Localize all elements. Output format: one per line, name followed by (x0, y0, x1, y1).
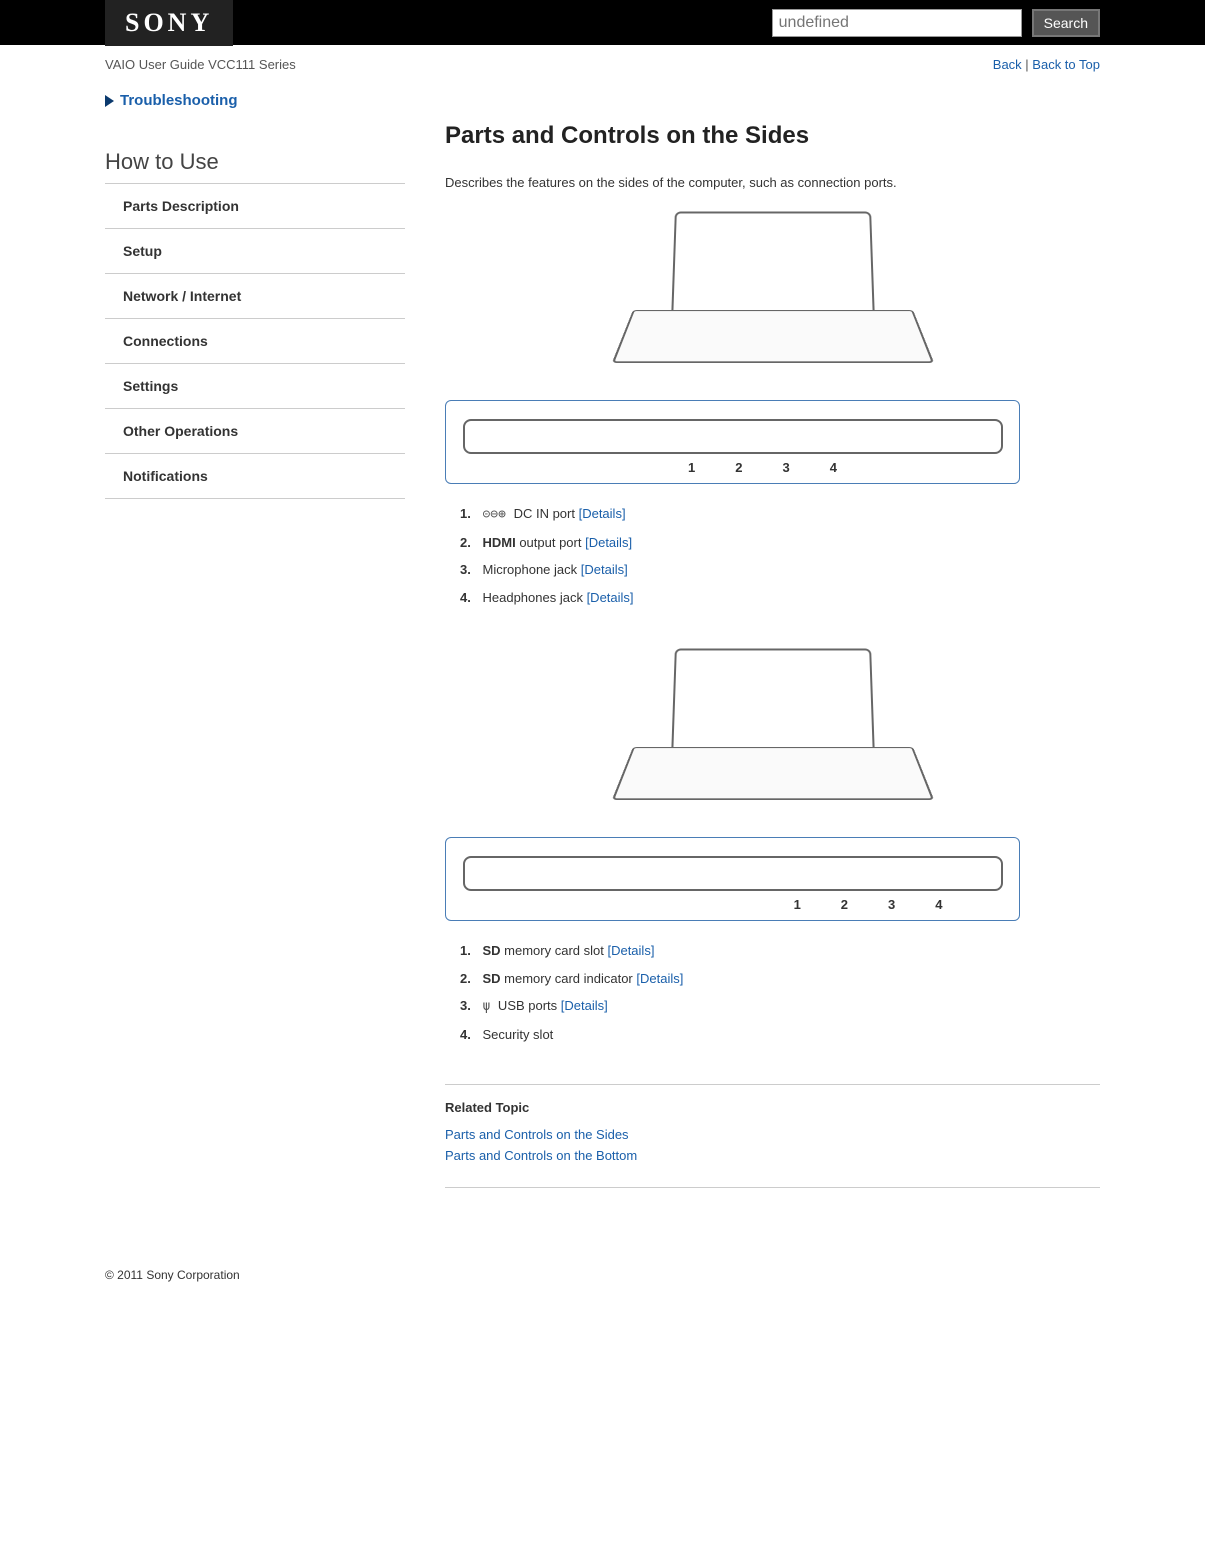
port-num: 1 (688, 460, 695, 475)
laptop-illustration-1 (633, 210, 913, 390)
back-to-top-link[interactable]: Back to Top (1032, 57, 1100, 72)
troubleshooting-label: Troubleshooting (120, 92, 238, 109)
top-bar: SONY Search (0, 0, 1205, 45)
sidebar-nav: Parts Description Setup Network / Intern… (105, 184, 405, 499)
troubleshooting-link[interactable]: Troubleshooting (105, 92, 405, 109)
page-title: Parts and Controls on the Sides (445, 122, 1100, 150)
details-link[interactable]: [Details] (579, 506, 626, 521)
sidebar: Troubleshooting How to Use Parts Descrip… (105, 92, 405, 1188)
related-link[interactable]: Parts and Controls on the Bottom (445, 1146, 1100, 1167)
list-item: HDMI output port [Details] (460, 533, 1100, 553)
details-link[interactable]: [Details] (561, 998, 608, 1013)
left-port-numbers: 1 2 3 4 (628, 460, 837, 475)
port-num: 4 (830, 460, 837, 475)
usb-icon: ψ (482, 999, 490, 1014)
list-item: SD memory card slot [Details] (460, 941, 1100, 961)
brand-logo: SONY (105, 0, 233, 46)
container: Troubleshooting How to Use Parts Descrip… (0, 92, 1205, 1228)
chevron-right-icon (105, 95, 114, 107)
item-bold: HDMI (482, 535, 515, 550)
related-title: Related Topic (445, 1100, 1100, 1115)
sidebar-item-other-operations[interactable]: Other Operations (105, 409, 405, 454)
port-num: 2 (735, 460, 742, 475)
list-item: SD memory card indicator [Details] (460, 969, 1100, 989)
dc-in-icon: ⊝⊖⊕ (482, 507, 505, 522)
left-ports-list: ⊝⊖⊕ DC IN port [Details] HDMI output por… (460, 504, 1100, 607)
list-item: Security slot (460, 1025, 1100, 1045)
item-text: output port (516, 535, 585, 550)
details-link[interactable]: [Details] (607, 943, 654, 958)
related-link[interactable]: Parts and Controls on the Sides (445, 1125, 1100, 1146)
item-bold: SD (482, 971, 500, 986)
related-topic: Related Topic Parts and Controls on the … (445, 1084, 1100, 1188)
right-side-panel-figure: 1 2 3 4 (445, 837, 1020, 921)
item-bold: SD (482, 943, 500, 958)
list-item: Headphones jack [Details] (460, 588, 1100, 608)
sub-header: VAIO User Guide VCC111 Series Back | Bac… (0, 45, 1205, 92)
guide-title: VAIO User Guide VCC111 Series (105, 57, 296, 72)
port-num: 4 (935, 897, 942, 912)
main-content: Parts and Controls on the Sides Describe… (445, 92, 1100, 1188)
item-text: memory card indicator (501, 971, 637, 986)
laptop-illustration-2 (633, 647, 913, 827)
details-link[interactable]: [Details] (636, 971, 683, 986)
list-item: ψ USB ports [Details] (460, 996, 1100, 1017)
sidebar-item-parts-description[interactable]: Parts Description (105, 184, 405, 229)
left-side-panel-figure: 1 2 3 4 (445, 400, 1020, 484)
sidebar-item-setup[interactable]: Setup (105, 229, 405, 274)
port-num: 3 (783, 460, 790, 475)
port-num: 1 (794, 897, 801, 912)
right-ports-list: SD memory card slot [Details] SD memory … (460, 941, 1100, 1044)
search-input[interactable] (772, 9, 1022, 37)
left-side-strip (463, 419, 1003, 454)
right-side-strip (463, 856, 1003, 891)
list-item: Microphone jack [Details] (460, 560, 1100, 580)
nav-sep: | (1022, 57, 1033, 72)
item-text: memory card slot (501, 943, 608, 958)
item-text: Headphones jack (482, 590, 586, 605)
item-text: USB ports (494, 998, 560, 1013)
item-text: Security slot (482, 1027, 553, 1042)
item-text: DC IN port (510, 506, 579, 521)
port-num: 2 (841, 897, 848, 912)
details-link[interactable]: [Details] (587, 590, 634, 605)
right-port-numbers: 1 2 3 4 (463, 897, 1003, 912)
details-link[interactable]: [Details] (581, 562, 628, 577)
details-link[interactable]: [Details] (585, 535, 632, 550)
sidebar-item-connections[interactable]: Connections (105, 319, 405, 364)
item-text: Microphone jack (482, 562, 580, 577)
sidebar-item-notifications[interactable]: Notifications (105, 454, 405, 499)
intro-text: Describes the features on the sides of t… (445, 175, 1100, 190)
sidebar-item-network[interactable]: Network / Internet (105, 274, 405, 319)
search-area: Search (772, 9, 1100, 37)
figure-right-side-wrapper: 1 2 3 4 (445, 647, 1100, 921)
sidebar-item-settings[interactable]: Settings (105, 364, 405, 409)
search-button[interactable]: Search (1032, 9, 1100, 37)
list-item: ⊝⊖⊕ DC IN port [Details] (460, 504, 1100, 525)
port-num: 3 (888, 897, 895, 912)
footer-copyright: © 2011 Sony Corporation (0, 1228, 1205, 1302)
sidebar-section-title: How to Use (105, 149, 405, 184)
figure-left-side-wrapper: 1 2 3 4 (445, 210, 1100, 484)
nav-links: Back | Back to Top (993, 57, 1100, 72)
back-link[interactable]: Back (993, 57, 1022, 72)
